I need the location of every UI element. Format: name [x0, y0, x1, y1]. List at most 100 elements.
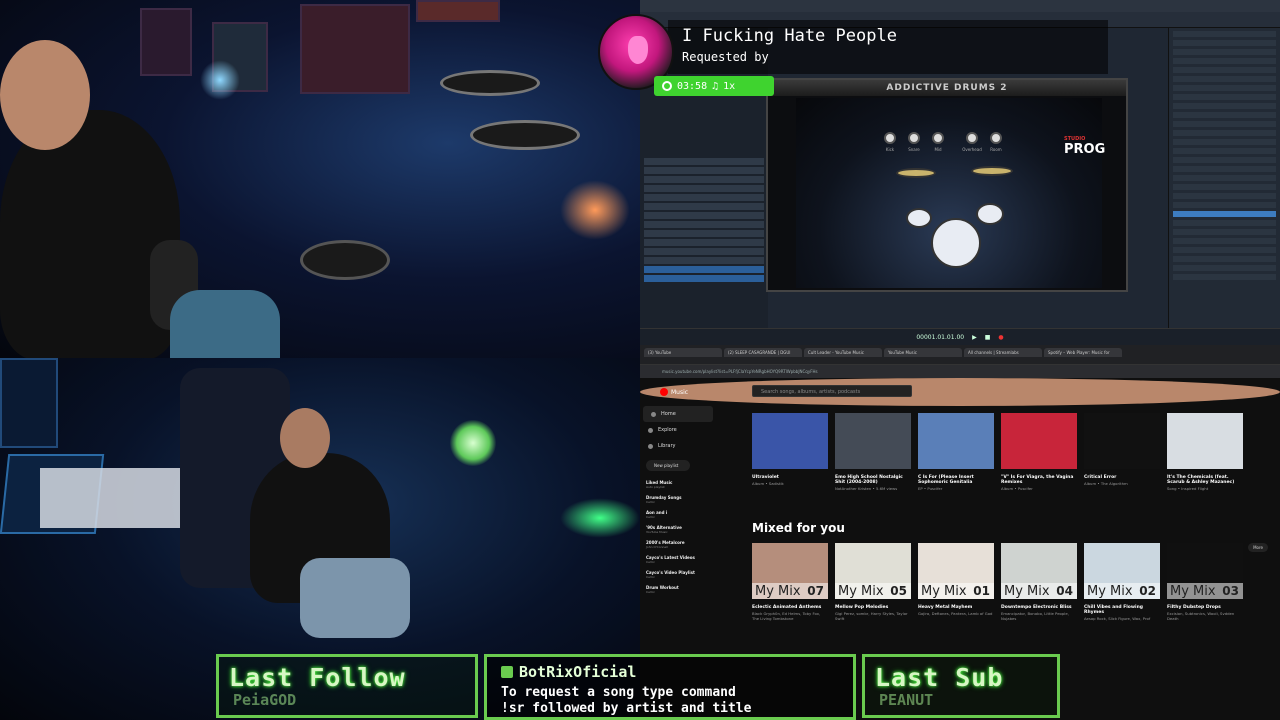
album-card[interactable]: "V" Is For Viagra, the Vagina Remixes Alb… [1001, 413, 1077, 491]
browser-tab[interactable]: (2) SLEEP CASAGRANDE | DGUI [724, 348, 802, 357]
playlist-item[interactable]: 2000's Metalcore John O'Connell [640, 537, 716, 552]
playlist-item[interactable]: Liked Music Auto playlist [640, 477, 716, 492]
play-icon[interactable]: ▶ [972, 334, 977, 341]
nav-explore[interactable]: Explore [640, 422, 716, 438]
floor-tom[interactable] [976, 203, 1004, 225]
stop-icon[interactable]: ■ [985, 334, 991, 341]
mix-art[interactable]: My Mix 04 [1001, 543, 1077, 599]
cymbal[interactable] [896, 168, 936, 178]
kit-name: STUDIO PROG [1064, 136, 1106, 157]
nav-library[interactable]: Library [640, 438, 716, 454]
yt-header: Music Search songs, albums, artists, pod… [640, 378, 1280, 406]
album-card[interactable]: C Is For (Please Insert Sophomoric Genit… [918, 413, 994, 491]
card-title: Heavy Metal Mayhem [918, 605, 973, 610]
music-note-icon: ♫ [712, 80, 719, 92]
requested-by: Requested by [682, 50, 769, 64]
mix-card[interactable]: My Mix 02 Chill Vibes and Flowing Rhymes Ae… [1084, 543, 1160, 621]
nav-home[interactable]: Home [643, 406, 713, 422]
mix-row: My Mix 07 Eclectic Animated Anthems Black G… [752, 543, 1244, 621]
search-input[interactable]: Search songs, albums, artists, podcasts [752, 385, 912, 397]
browser-tab[interactable]: Spotify – Web Player: Music for [1044, 348, 1122, 357]
clock-icon [662, 81, 672, 91]
egg-lamp [450, 420, 496, 466]
streamer-head [280, 408, 330, 468]
addictive-drums-plugin[interactable]: ADDICTIVE DRUMS 2 Kick Snare Mid Overhea… [766, 78, 1128, 292]
mix-card[interactable]: My Mix 01 Heavy Metal Mayhem Gojira, Defton… [918, 543, 994, 621]
album-card[interactable]: It's The Chemicals (feat. Scarub & Ashle… [1167, 413, 1243, 491]
album-card[interactable]: Ultraviolet Album • Sadistik [752, 413, 828, 491]
card-subtitle: Black Gryph0n, Ed Helms, Toby Fox, The L… [752, 611, 821, 621]
snare-drum[interactable] [906, 208, 932, 228]
snare-knob[interactable] [908, 132, 920, 144]
browser-tab[interactable]: YouTube Music [884, 348, 962, 357]
playback-speed: 1x [723, 80, 736, 92]
card-title: Mellow Pop Melodies [835, 605, 889, 610]
knob-label: Snare [908, 147, 920, 152]
card-subtitle: EP • Puscifer [918, 486, 943, 491]
kick-drum[interactable] [931, 218, 981, 268]
browser-tab[interactable]: Cult Leader - YouTube Music [804, 348, 882, 357]
browser-panel[interactable] [1168, 28, 1280, 328]
mid-knob[interactable] [932, 132, 944, 144]
mix-art[interactable]: My Mix 07 [752, 543, 828, 599]
wall-poster [416, 0, 500, 22]
record-icon[interactable]: ● [998, 334, 1003, 341]
overhead-knob[interactable] [966, 132, 978, 144]
address-bar[interactable]: music.youtube.com/playlist?list=PLFfjCla… [640, 365, 1280, 378]
album-art[interactable] [1001, 413, 1077, 469]
mix-card[interactable]: My Mix 04 Downtempo Electronic Bliss Emanci… [1001, 543, 1077, 621]
card-subtitle: NotAnother Kristen • 5.6M views [835, 486, 898, 491]
mix-art[interactable]: My Mix 03 [1167, 543, 1243, 599]
more-button[interactable]: More [1248, 543, 1268, 552]
my-mix-label: My Mix 03 [1167, 583, 1243, 599]
album-art[interactable] [835, 413, 911, 469]
playlist-item[interactable]: Drumday Songs CeVol [640, 492, 716, 507]
section-title: Mixed for you [752, 521, 845, 535]
my-mix-label: My Mix 01 [918, 583, 994, 599]
kick-knob[interactable] [884, 132, 896, 144]
card-subtitle: Album • Puscifer [1001, 486, 1033, 491]
library-icon [648, 443, 653, 449]
streamer-legs [170, 290, 280, 358]
mix-card[interactable]: My Mix 07 Eclectic Animated Anthems Black G… [752, 543, 828, 621]
album-art[interactable] [752, 413, 828, 469]
album-card[interactable]: Critical Error Album • The Algorithm [1084, 413, 1160, 491]
room-knob[interactable] [990, 132, 1002, 144]
new-playlist-button[interactable]: New playlist [646, 460, 690, 471]
playlist-item[interactable]: '90s Alternative YouTube Music [640, 522, 716, 537]
browser-tab[interactable]: (3) YouTube [644, 348, 722, 357]
card-title: Ultraviolet [752, 475, 779, 480]
mix-art[interactable]: My Mix 05 [835, 543, 911, 599]
yt-content: Ultraviolet Album • Sadistik Emo High Scho… [752, 413, 1244, 621]
playlist-item[interactable]: Drum Workout CeVol [640, 582, 716, 597]
album-art[interactable] [1167, 413, 1243, 469]
album-art[interactable] [918, 413, 994, 469]
card-subtitle: Excision, Subtronics, Wooli, Svdden Deat… [1167, 611, 1235, 621]
playlist-item[interactable]: Cayco's Video Playlist CeVol [640, 567, 716, 582]
green-light [560, 498, 640, 538]
last-follow-name: PeiaGOD [233, 691, 297, 709]
browser-tab[interactable]: All channels | Streamlabs [964, 348, 1042, 357]
mix-card[interactable]: My Mix 03 Filthy Dubstep Drops Excision, Su… [1167, 543, 1243, 621]
my-mix-label: My Mix 02 [1084, 583, 1160, 599]
wall-poster [140, 8, 192, 76]
playlist-item[interactable]: Aon and i CeVol [640, 507, 716, 522]
album-art[interactable] [1084, 413, 1160, 469]
transport-bar[interactable]: 00001.01.01.00 ▶ ■ ● [640, 328, 1280, 345]
monitor [0, 358, 58, 448]
last-sub-label: Last Sub [875, 663, 1004, 692]
mix-art[interactable]: My Mix 02 [1084, 543, 1160, 599]
mix-art[interactable]: My Mix 01 [918, 543, 994, 599]
card-title: Eclectic Animated Anthems [752, 605, 822, 610]
last-follow-label: Last Follow [229, 663, 406, 692]
mix-card[interactable]: My Mix 05 Mellow Pop Melodies Gigi Perez, s… [835, 543, 911, 621]
elapsed-time: 03:58 [677, 80, 708, 92]
yt-music-logo[interactable]: Music [660, 388, 688, 396]
cymbal[interactable] [971, 166, 1013, 176]
card-subtitle: Gojira, Deftones, Pantera, Lamb of God [918, 611, 993, 616]
drum-kit-view[interactable]: Kick Snare Mid Overhead Room STUDIO PROG [796, 98, 1106, 288]
card-title: Chill Vibes and Flowing Rhymes [1084, 605, 1144, 615]
knob-label: Kick [885, 147, 895, 152]
album-card[interactable]: Emo High School Nostalgic Shit (2004-200… [835, 413, 911, 491]
playlist-item[interactable]: Cayco's Latest Videos CeVol [640, 552, 716, 567]
